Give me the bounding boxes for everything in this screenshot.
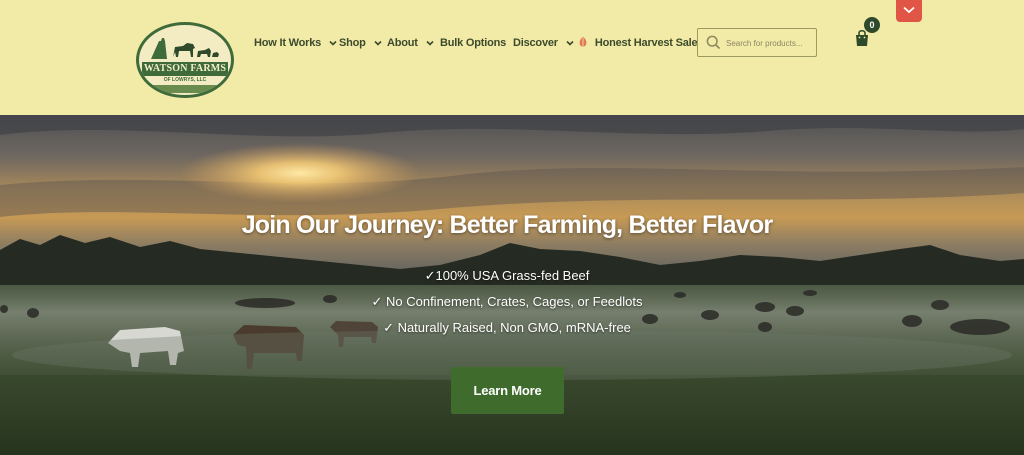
site-header: WATSON FARMS OF LOWRYS, LLC How It Works…	[0, 0, 1024, 115]
chevron-down-icon	[903, 6, 915, 14]
hero-title: Join Our Journey: Better Farming, Better…	[241, 211, 773, 239]
logo-subtitle: OF LOWRYS, LLC	[163, 77, 207, 83]
nav-shop[interactable]: Shop	[339, 35, 383, 51]
hero-feature-no-confinement: ✓ No Confinement, Crates, Cages, or Feed…	[371, 294, 643, 309]
top-dropdown-toggle[interactable]	[896, 0, 922, 22]
nav-discover-label: Discover	[513, 37, 558, 49]
nav-discover[interactable]: Discover	[513, 35, 575, 51]
nav-honest-harvest-sale[interactable]: Honest Harvest Sale	[578, 35, 698, 51]
nav-how-it-works[interactable]: How It Works	[254, 35, 338, 51]
nav-how-it-works-label: How It Works	[254, 37, 322, 49]
chevron-down-icon	[566, 41, 574, 46]
chevron-down-icon	[426, 41, 434, 46]
hero-feature-natural: ✓ Naturally Raised, Non GMO, mRNA-free	[383, 320, 631, 335]
chevron-down-icon	[329, 41, 337, 46]
nav-about[interactable]: About	[387, 35, 435, 51]
nav-about-label: About	[387, 37, 418, 49]
hero-banner: Join Our Journey: Better Farming, Better…	[0, 115, 1024, 455]
nav-shop-label: Shop	[339, 37, 366, 49]
learn-more-button[interactable]: Learn More	[451, 367, 564, 414]
search-icon	[706, 35, 721, 50]
nav-bulk-options[interactable]: Bulk Options	[440, 35, 506, 51]
cart-count-badge: 0	[864, 17, 880, 33]
product-search-box[interactable]	[697, 28, 817, 57]
nav-bulk-options-label: Bulk Options	[440, 37, 507, 49]
watson-farms-logo[interactable]: WATSON FARMS OF LOWRYS, LLC	[136, 22, 234, 98]
chevron-down-icon	[373, 41, 382, 46]
hero-feature-grassfed: ✓100% USA Grass-fed Beef	[424, 268, 590, 283]
logo-name: WATSON FARMS	[142, 62, 228, 76]
search-input[interactable]	[724, 35, 816, 52]
farm-animals-icon	[151, 38, 219, 59]
gift-icon	[579, 37, 587, 47]
nav-honest-harvest-sale-label: Honest Harvest Sale	[594, 37, 698, 49]
logo-field-band	[153, 85, 217, 93]
